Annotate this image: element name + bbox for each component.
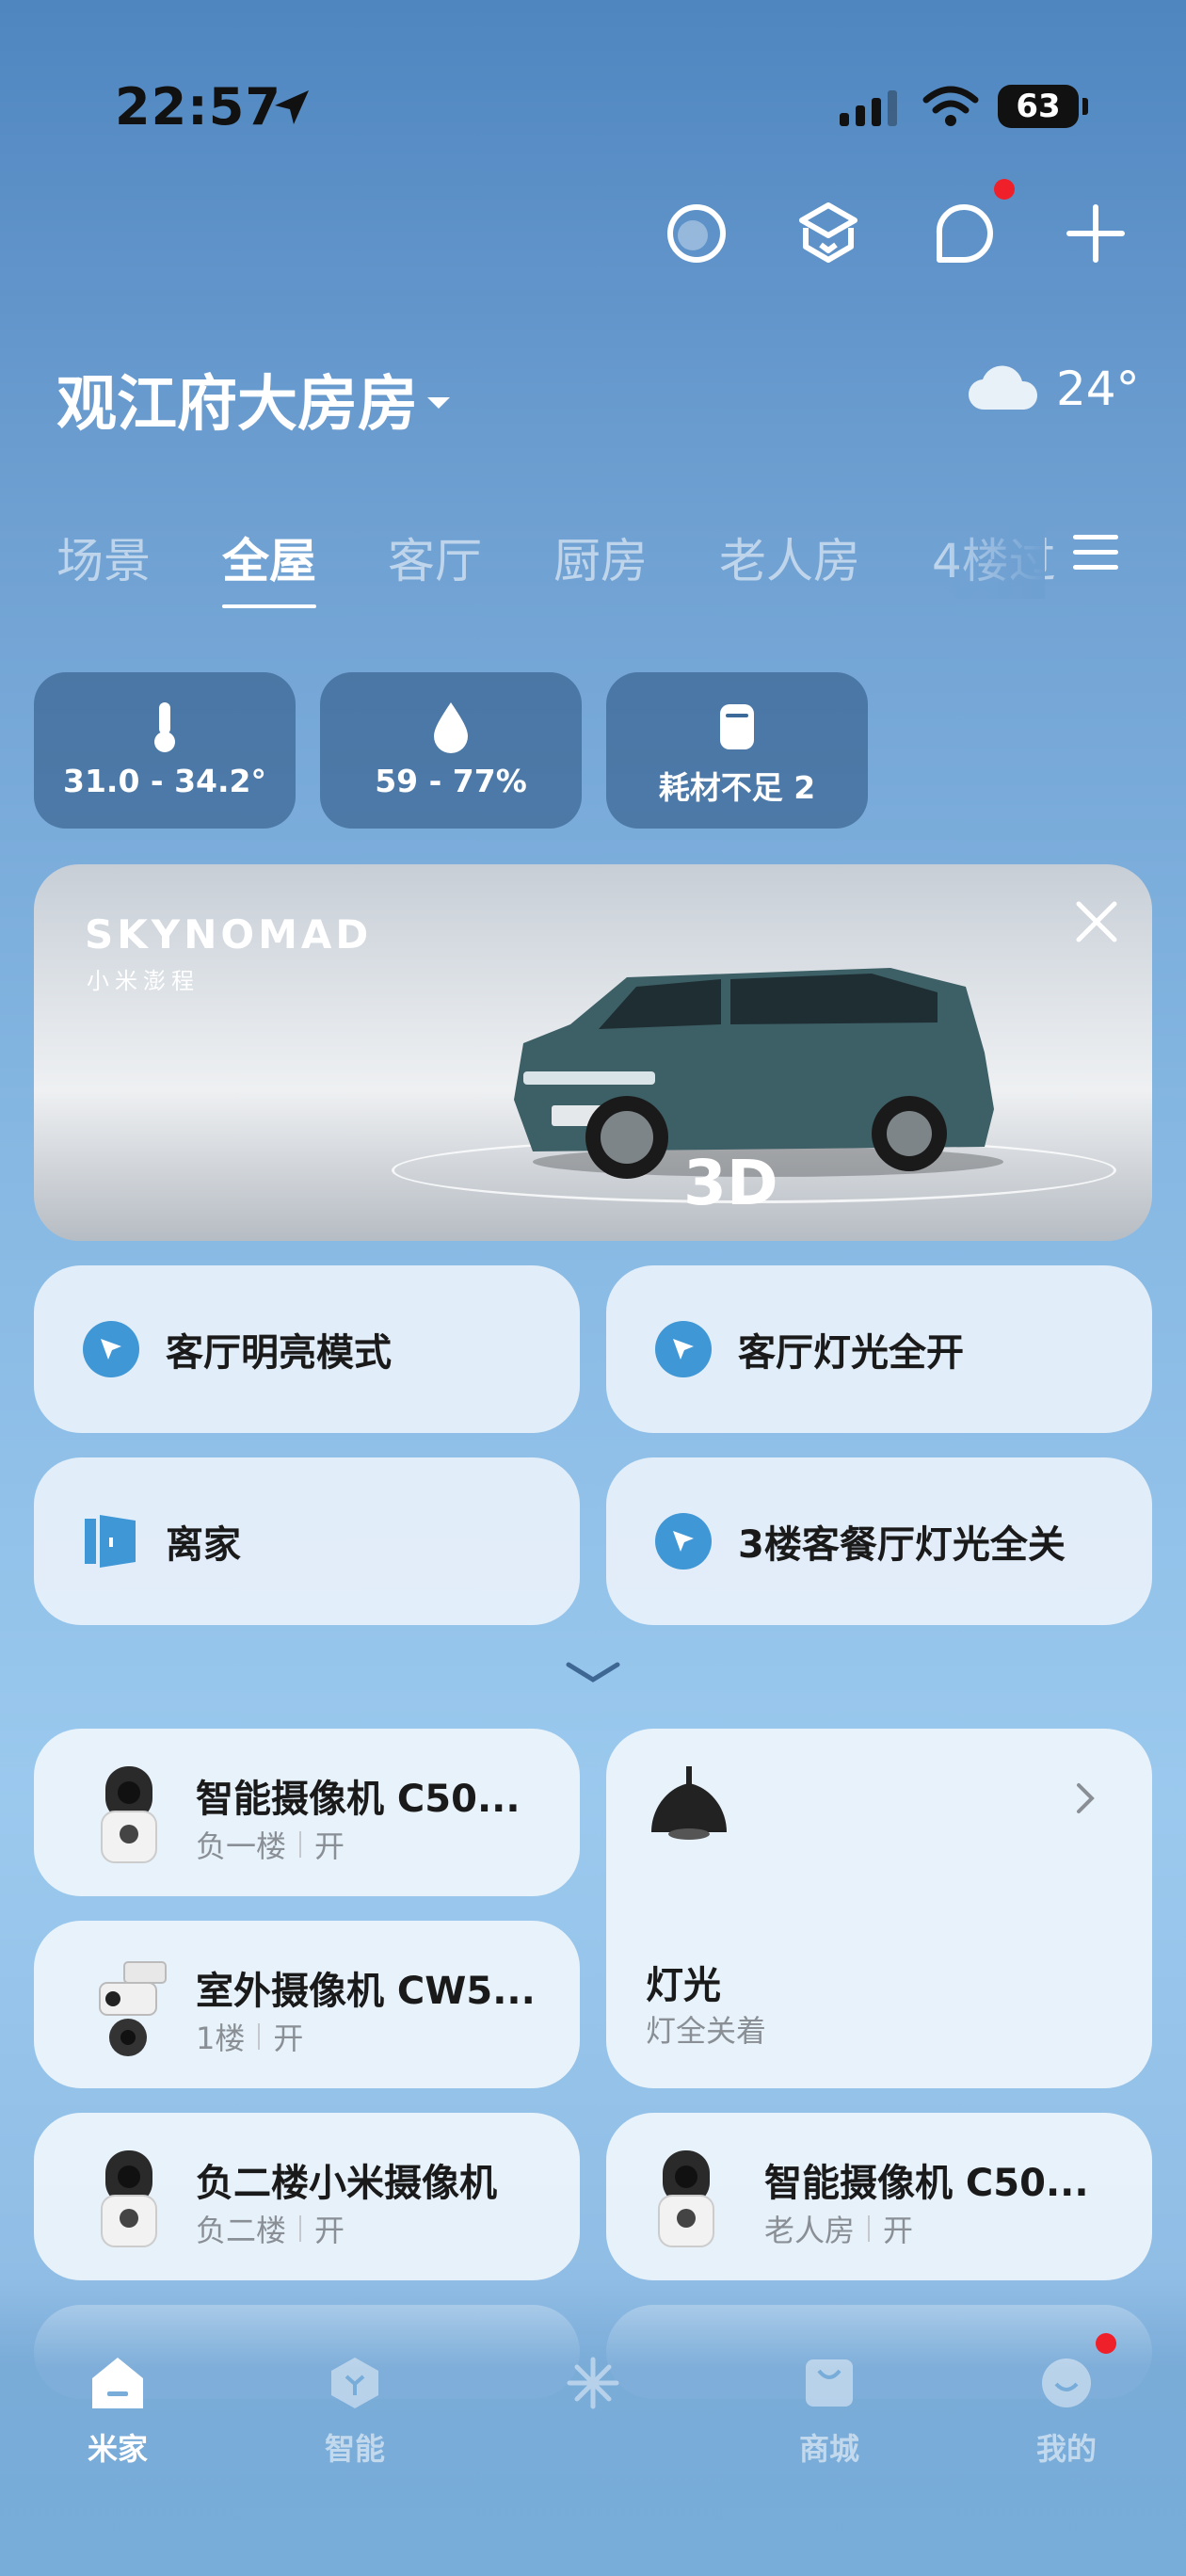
outdoor-camera-icon: [99, 1961, 167, 2056]
temperature-range: 31.0 - 34.2°: [62, 763, 266, 799]
nav-center[interactable]: [532, 2354, 654, 2425]
nav-label: 米家: [87, 2431, 148, 2467]
message-notification-dot: [994, 179, 1015, 200]
device-card-outdoor-camera[interactable]: 室外摄像机 CW5... 1楼开: [34, 1921, 580, 2088]
scene-living-bright-mode[interactable]: 客厅明亮模式: [34, 1265, 580, 1433]
humidity-chip[interactable]: 59 - 77%: [320, 672, 582, 829]
device-name: 智能摄像机 C50...: [196, 1778, 521, 1821]
lights-status: 灯全关着: [646, 2013, 767, 2049]
device-status: 1楼开: [196, 2015, 303, 2058]
tab-scenes[interactable]: 场景: [56, 523, 151, 618]
scene-living-lights-on[interactable]: 客厅灯光全开: [606, 1265, 1152, 1433]
tab-fade: [941, 523, 1045, 599]
camera-device-icon: [658, 2150, 714, 2247]
device-card-camera-b1[interactable]: 智能摄像机 C50... 负一楼开: [34, 1729, 580, 1896]
camera-device-icon: [101, 2150, 157, 2247]
cellular-signal-icon: [840, 89, 897, 126]
smiley-profile-icon: [1042, 2359, 1091, 2407]
pendant-lamp-icon: [651, 1766, 727, 1840]
device-card-camera-elderly[interactable]: 智能摄像机 C50... 老人房开: [606, 2113, 1152, 2280]
profile-notification-dot: [1096, 2333, 1116, 2354]
add-icon[interactable]: [1060, 198, 1131, 269]
voice-assistant-icon[interactable]: [661, 198, 732, 269]
device-status: 负二楼开: [196, 2207, 345, 2250]
nav-profile[interactable]: 我的: [1005, 2354, 1128, 2469]
device-room: 负一楼: [196, 1828, 287, 1864]
scene-label: 客厅明亮模式: [166, 1331, 392, 1375]
cursor-click-icon: [655, 1513, 712, 1570]
location-arrow-icon: [275, 90, 309, 124]
home-selector[interactable]: 观江府大房房: [56, 356, 450, 443]
status-bar: 22:57 63: [0, 0, 1186, 151]
chevron-down-icon: [427, 397, 450, 409]
device-status: 负一楼开: [196, 1823, 345, 1866]
battery-indicator: 63: [998, 85, 1079, 128]
wifi-icon: [922, 86, 979, 126]
house-3d-icon[interactable]: [793, 198, 864, 269]
banner-3d-badge: 3D: [683, 1147, 778, 1219]
scene-label: 客厅灯光全开: [738, 1331, 964, 1375]
nav-label: 商城: [798, 2431, 859, 2467]
device-card-lights[interactable]: 灯光 灯全关着: [606, 1729, 1152, 2088]
device-room: 负二楼: [196, 2213, 287, 2248]
home-name: 观江府大房房: [56, 370, 418, 440]
device-state: 开: [273, 2021, 304, 2056]
weather-temperature: 24°: [1056, 362, 1140, 416]
consumable-chip[interactable]: 耗材不足 2: [606, 672, 868, 829]
lights-name: 灯光: [646, 1964, 721, 2007]
thermometer-icon: [154, 702, 175, 752]
device-room: 老人房: [764, 2213, 856, 2248]
device-status: 老人房开: [764, 2207, 913, 2250]
menu-icon[interactable]: [1073, 535, 1118, 572]
device-room: 1楼: [196, 2021, 246, 2056]
device-card-camera-b2[interactable]: 负二楼小米摄像机 负二楼开: [34, 2113, 580, 2280]
weather-widget[interactable]: 24°: [968, 362, 1140, 416]
scene-3f-lights-off[interactable]: 3楼客餐厅灯光全关: [606, 1457, 1152, 1625]
battery-nub: [1082, 98, 1088, 115]
tab-living-room[interactable]: 客厅: [388, 523, 482, 618]
nav-store[interactable]: 商城: [768, 2354, 890, 2469]
device-state: 开: [883, 2213, 914, 2248]
sparkle-icon: [567, 2357, 619, 2409]
message-icon[interactable]: [928, 198, 1000, 269]
nav-label: 我的: [1035, 2431, 1097, 2467]
scene-label: 3楼客餐厅灯光全关: [738, 1523, 1066, 1567]
device-name: 负二楼小米摄像机: [196, 2162, 497, 2205]
scene-label: 离家: [166, 1523, 241, 1567]
close-icon[interactable]: [1073, 898, 1120, 945]
device-state: 开: [314, 1828, 345, 1864]
tab-kitchen[interactable]: 厨房: [553, 523, 648, 618]
humidity-range: 59 - 77%: [375, 763, 527, 799]
room-tabs: 场景 全屋 客厅 厨房 老人房 4楼过: [56, 523, 1054, 618]
device-name: 室外摄像机 CW5...: [196, 1970, 536, 2013]
device-name: 智能摄像机 C50...: [764, 2162, 1089, 2205]
door-icon: [83, 1513, 139, 1570]
camera-device-icon: [101, 1766, 157, 1863]
tab-elderly-room[interactable]: 老人房: [719, 523, 860, 618]
expand-chevron-icon[interactable]: [565, 1659, 621, 1687]
nav-smart[interactable]: 智能: [294, 2354, 416, 2469]
consumable-warning: 耗材不足 2: [658, 769, 816, 806]
banner-brand: SKYNOMAD: [85, 911, 373, 958]
status-time: 22:57: [115, 77, 281, 137]
tab-whole-house[interactable]: 全屋: [222, 523, 316, 618]
consumable-icon: [720, 704, 754, 749]
banner-subtitle: 小米澎程: [87, 968, 200, 994]
shopping-bag-icon: [806, 2359, 853, 2407]
cursor-click-icon: [655, 1321, 712, 1377]
smart-cube-icon: [331, 2358, 378, 2408]
temperature-chip[interactable]: 31.0 - 34.2°: [34, 672, 296, 829]
device-state: 开: [314, 2213, 345, 2248]
nav-label: 智能: [324, 2431, 385, 2467]
chevron-right-icon: [1077, 1783, 1095, 1813]
promo-banner[interactable]: SKYNOMAD 小米澎程 3D: [34, 864, 1152, 1241]
cloud-icon: [968, 365, 1038, 411]
humidity-drop-icon: [434, 702, 468, 753]
cursor-click-icon: [83, 1321, 139, 1377]
home-icon: [92, 2358, 143, 2408]
nav-home[interactable]: 米家: [56, 2354, 179, 2469]
scene-leave-home[interactable]: 离家: [34, 1457, 580, 1625]
